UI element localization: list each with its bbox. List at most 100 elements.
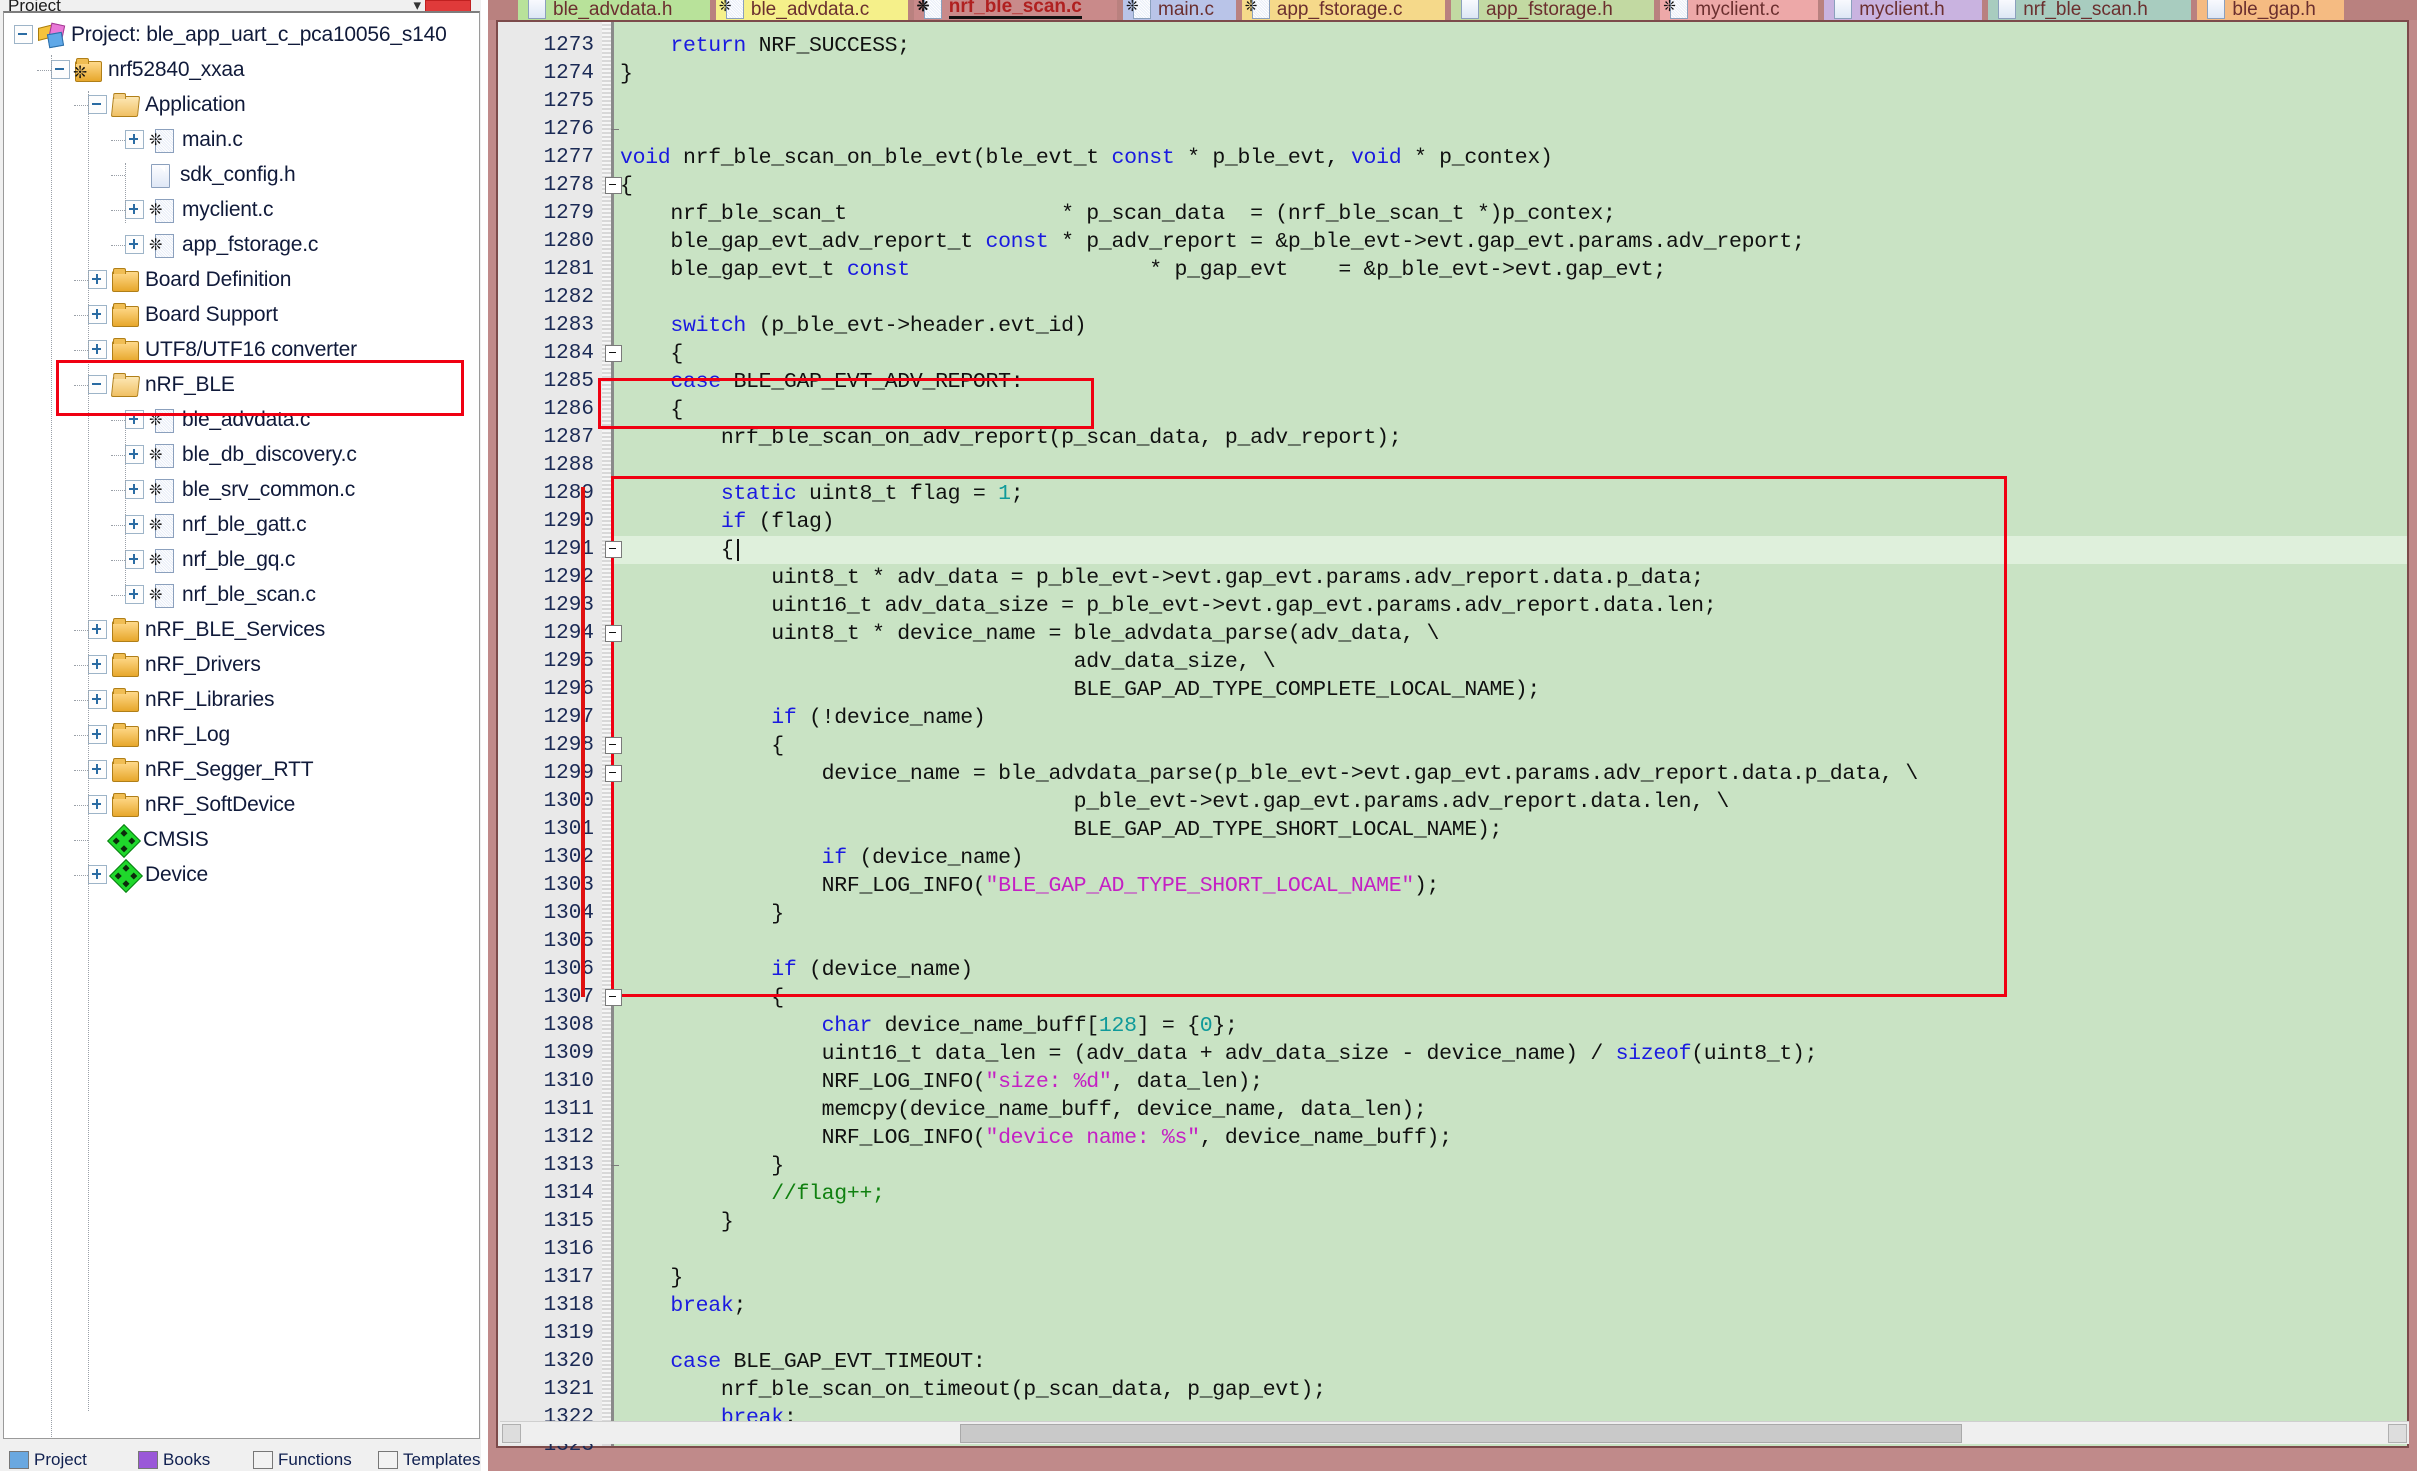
tree-item[interactable]: ❊nrf_ble_scan.c	[125, 577, 316, 612]
scroll-right-arrow[interactable]	[2388, 1424, 2407, 1443]
editor-tab-app_fstorage-h[interactable]: app_fstorage.h	[1451, 0, 1654, 20]
expand-icon[interactable]	[125, 200, 144, 219]
bottom-tab-functions[interactable]: Functions	[253, 1449, 352, 1471]
code-line[interactable]: char device_name_buff[128] = {0};	[620, 1012, 1238, 1040]
tree-item[interactable]: ❊ble_db_discovery.c	[125, 437, 357, 472]
tree-item[interactable]: Device	[88, 857, 208, 892]
tree-item[interactable]: Application	[88, 87, 246, 122]
tree-item[interactable]: Board Support	[88, 297, 278, 332]
tree-item[interactable]: Board Definition	[88, 262, 291, 297]
code-line[interactable]: void nrf_ble_scan_on_ble_evt(ble_evt_t c…	[620, 144, 1553, 172]
fold-collapse-icon[interactable]	[604, 172, 620, 200]
expand-icon[interactable]	[125, 515, 144, 534]
tree-item[interactable]: nRF_Drivers	[88, 647, 261, 682]
fold-collapse-icon[interactable]	[604, 536, 620, 564]
expand-icon[interactable]	[125, 410, 144, 429]
tree-item[interactable]: nRF_Segger_RTT	[88, 752, 313, 787]
code-line[interactable]: nrf_ble_scan_t * p_scan_data = (nrf_ble_…	[620, 200, 1616, 228]
code-line[interactable]: NRF_LOG_INFO("size: %d", data_len);	[620, 1068, 1263, 1096]
expand-icon[interactable]	[88, 760, 107, 779]
expand-icon[interactable]	[88, 725, 107, 744]
editor-tab-myclient-c[interactable]: ❊myclient.c	[1660, 0, 1818, 20]
editor-tab-label: myclient.h	[1859, 1, 1945, 19]
tree-item[interactable]: ❊nrf52840_xxaa	[51, 52, 244, 87]
tree-item[interactable]: nRF_Log	[88, 717, 230, 752]
code-line[interactable]: //flag++;	[620, 1180, 885, 1208]
expand-icon[interactable]	[125, 130, 144, 149]
editor-tab-app_fstorage-c[interactable]: ❊app_fstorage.c	[1242, 0, 1445, 20]
code-line[interactable]: }	[620, 1208, 733, 1236]
code-line[interactable]: nrf_ble_scan_on_timeout(p_scan_data, p_g…	[620, 1376, 1326, 1404]
code-line[interactable]: break;	[620, 1292, 746, 1320]
collapse-icon[interactable]	[88, 95, 107, 114]
scroll-thumb[interactable]	[960, 1424, 1962, 1443]
editor-tabstrip[interactable]: ble_advdata.h ❊ble_advdata.c ❊nrf_ble_scan…	[488, 0, 2417, 20]
code-line[interactable]: switch (p_ble_evt->header.evt_id)	[620, 312, 1086, 340]
editor-tab-nrf_ble_scan-h[interactable]: nrf_ble_scan.h	[1988, 0, 2191, 20]
code-line[interactable]: }	[620, 60, 633, 88]
code-line[interactable]: }	[620, 1264, 683, 1292]
tree-item[interactable]: ❊app_fstorage.c	[125, 227, 318, 262]
tree-item[interactable]: ❊nrf_ble_gq.c	[125, 542, 295, 577]
bottom-tab-templates[interactable]: Templates	[378, 1449, 480, 1471]
expand-icon[interactable]	[88, 795, 107, 814]
collapse-icon[interactable]	[88, 375, 107, 394]
tree-item[interactable]: ❊nrf_ble_gatt.c	[125, 507, 306, 542]
editor-tab-ble_advdata-h[interactable]: ble_advdata.h	[518, 0, 710, 20]
tree-item[interactable]: nRF_BLE	[88, 367, 235, 402]
collapse-icon[interactable]	[14, 25, 33, 44]
tree-item[interactable]: Project: ble_app_uart_c_pca10056_s140	[14, 17, 447, 52]
tree-item[interactable]: CMSIS	[88, 822, 209, 857]
code-line[interactable]: case BLE_GAP_EVT_TIMEOUT:	[620, 1348, 986, 1376]
expand-icon[interactable]	[88, 305, 107, 324]
project-pane-bottom-tabs[interactable]: Project Books Functions Templates	[3, 1443, 478, 1471]
expand-icon[interactable]	[88, 865, 107, 884]
code-line[interactable]: return NRF_SUCCESS;	[620, 32, 910, 60]
code-line[interactable]: memcpy(device_name_buff, device_name, da…	[620, 1096, 1427, 1124]
code-line[interactable]: ble_gap_evt_t const * p_gap_evt = &p_ble…	[620, 256, 1666, 284]
fold-collapse-icon[interactable]	[604, 340, 620, 368]
expand-icon[interactable]	[125, 235, 144, 254]
editor-tab-main-c[interactable]: ❊main.c	[1123, 0, 1236, 20]
tree-item[interactable]: UTF8/UTF16 converter	[88, 332, 357, 367]
code-line[interactable]: {	[620, 340, 683, 368]
bottom-tab-books[interactable]: Books	[138, 1449, 210, 1471]
tree-item[interactable]: sdk_config.h	[125, 157, 296, 192]
expand-icon[interactable]	[88, 340, 107, 359]
expand-icon[interactable]	[88, 620, 107, 639]
code-line[interactable]: }	[620, 1152, 784, 1180]
editor-tab-ble_advdata-c[interactable]: ❊ble_advdata.c	[716, 0, 908, 20]
fold-collapse-icon[interactable]	[604, 620, 620, 648]
editor-tab-ble_gap-h[interactable]: ble_gap.h	[2197, 0, 2344, 20]
project-tree[interactable]: Project: ble_app_uart_c_pca10056_s140❊nr…	[3, 11, 480, 1439]
h-file-icon	[1461, 0, 1479, 19]
line-number: 1321	[498, 1376, 594, 1404]
editor-tab-myclient-h[interactable]: myclient.h	[1824, 0, 1982, 20]
code-line[interactable]: ble_gap_evt_adv_report_t const * p_adv_r…	[620, 228, 1805, 256]
code-line[interactable]: NRF_LOG_INFO("device name: %s", device_n…	[620, 1124, 1452, 1152]
expand-icon[interactable]	[88, 690, 107, 709]
horizontal-scrollbar[interactable]	[500, 1421, 2409, 1444]
scroll-left-arrow[interactable]	[502, 1424, 521, 1443]
tree-item[interactable]: ❊main.c	[125, 122, 243, 157]
fold-collapse-icon[interactable]	[604, 732, 620, 760]
expand-icon[interactable]	[88, 270, 107, 289]
expand-icon[interactable]	[125, 550, 144, 569]
tree-item[interactable]: ❊myclient.c	[125, 192, 273, 227]
code-line[interactable]: uint16_t data_len = (adv_data + adv_data…	[620, 1040, 1817, 1068]
expand-icon[interactable]	[88, 655, 107, 674]
expand-icon[interactable]	[125, 585, 144, 604]
tree-item[interactable]: ❊ble_advdata.c	[125, 402, 310, 437]
tree-item[interactable]: nRF_Libraries	[88, 682, 274, 717]
tree-item[interactable]: ❊ble_srv_common.c	[125, 472, 355, 507]
fold-collapse-icon[interactable]	[604, 984, 620, 1012]
collapse-icon[interactable]	[51, 60, 70, 79]
bottom-tab-project[interactable]: Project	[9, 1449, 87, 1471]
expand-icon[interactable]	[125, 445, 144, 464]
line-number: 1282	[498, 284, 594, 312]
expand-icon[interactable]	[125, 480, 144, 499]
editor-tab-nrf_ble_scan-c[interactable]: ❊nrf_ble_scan.c	[914, 0, 1117, 20]
fold-collapse-icon[interactable]	[604, 760, 620, 788]
tree-item[interactable]: nRF_SoftDevice	[88, 787, 295, 822]
tree-item[interactable]: nRF_BLE_Services	[88, 612, 325, 647]
